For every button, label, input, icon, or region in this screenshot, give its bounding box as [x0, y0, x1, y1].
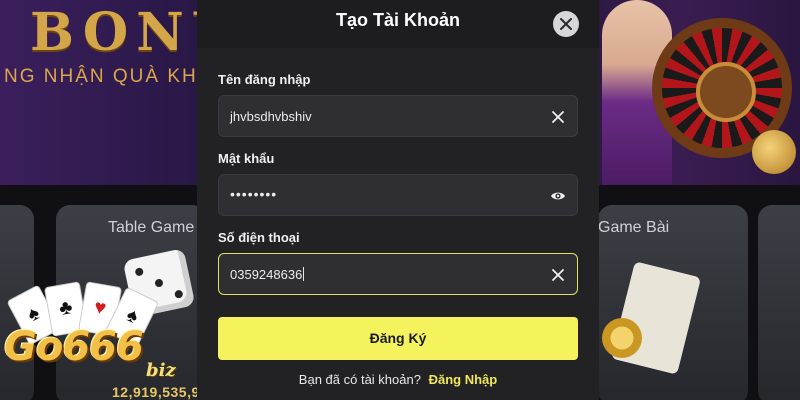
game-card-title: Game Bài	[598, 219, 670, 236]
clear-username-button[interactable]	[550, 109, 566, 125]
game-card-title: Table Game	[108, 219, 195, 236]
login-prompt: Bạn đã có tài khoản? Đăng Nhập	[197, 372, 599, 387]
password-label: Mật khẩu	[218, 151, 275, 166]
phone-label: Số điện thoại	[218, 230, 300, 245]
phone-value: 0359248636	[230, 267, 303, 282]
game-card[interactable]	[758, 205, 800, 400]
username-label: Tên đăng nhập	[218, 72, 311, 87]
site-logo[interactable]: ♠ ♣ ♥ ♠ Go666 biz	[0, 281, 200, 396]
username-field[interactable]: jhvbsdhvbshiv	[218, 95, 578, 137]
password-field[interactable]: ••••••••	[218, 174, 578, 216]
login-question: Bạn đã có tài khoản?	[298, 372, 421, 387]
phone-value-wrap: 0359248636	[230, 267, 305, 282]
coin-image	[752, 130, 796, 174]
clear-phone-button[interactable]	[550, 267, 566, 283]
modal-header: Tạo Tài Khoản	[197, 0, 599, 48]
close-icon	[560, 18, 572, 30]
register-button[interactable]: Đăng Ký	[218, 317, 578, 360]
text-caret	[303, 267, 305, 281]
logo-text: Go666	[4, 324, 144, 370]
password-value: ••••••••	[230, 186, 278, 202]
clear-icon	[552, 111, 564, 123]
phone-field[interactable]: 0359248636	[218, 253, 578, 295]
username-value: jhvbsdhvbshiv	[230, 109, 312, 124]
clear-icon	[552, 269, 564, 281]
toggle-password-button[interactable]	[550, 188, 566, 204]
banner-subtext: NG NHẬN QUÀ KHU	[4, 66, 214, 87]
login-link[interactable]: Đăng Nhập	[429, 372, 498, 387]
close-button[interactable]	[553, 11, 579, 37]
register-modal: Tạo Tài Khoản Tên đăng nhập jhvbsdhvbshi…	[197, 0, 599, 400]
eye-icon	[551, 192, 565, 200]
modal-title: Tạo Tài Khoản	[335, 10, 460, 30]
chip-icon	[602, 318, 642, 358]
logo-suffix: biz	[146, 360, 176, 381]
